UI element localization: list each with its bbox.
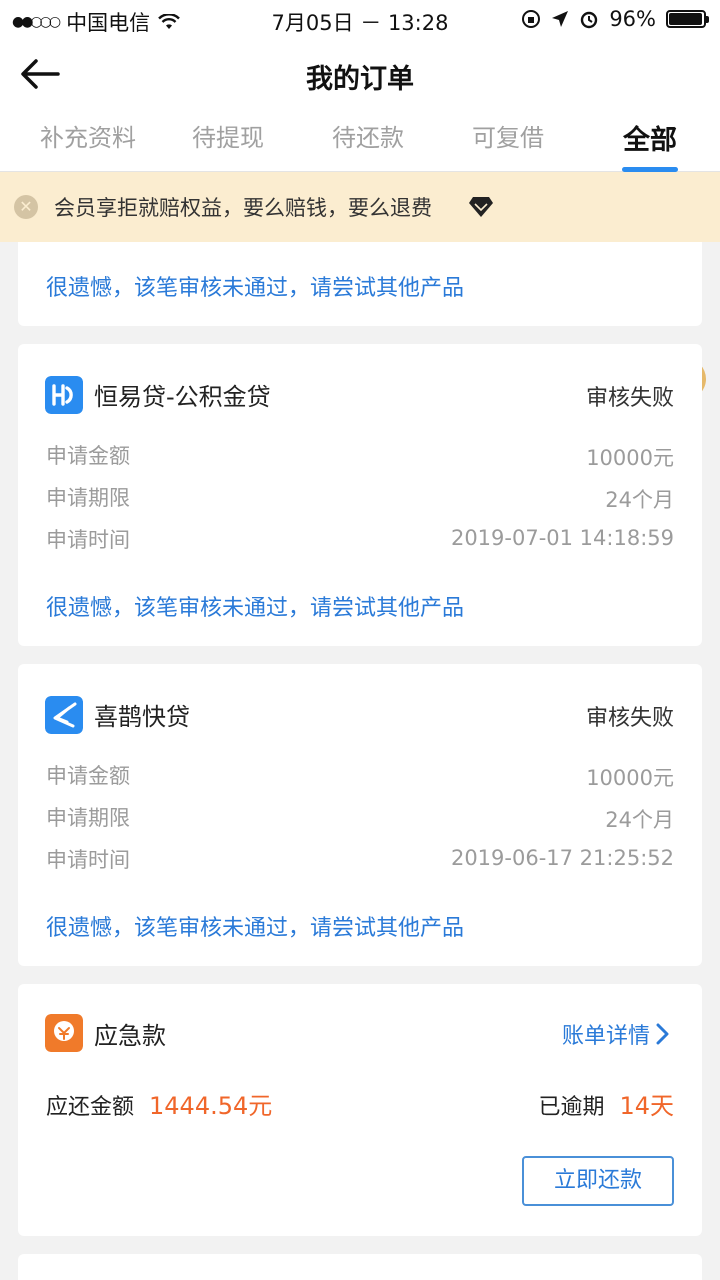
bill-detail-link[interactable]: 账单详情 (562, 1018, 670, 1050)
row-label: 申请金额 (46, 764, 130, 788)
status-badge: 审核失败 (585, 706, 674, 731)
location-icon (552, 11, 569, 27)
row-value: 10000元 (586, 766, 674, 790)
rejection-message[interactable]: 很遗憾，该笔审核未通过，请尝试其他产品 (46, 910, 464, 942)
tab-label: 补充资料 (40, 124, 136, 152)
row-value: 10000元 (586, 446, 674, 470)
product-name: 应急款 (94, 1022, 166, 1050)
due-label: 应还金额 (46, 1095, 135, 1120)
repay-now-button[interactable]: 立即还款 (522, 1156, 674, 1206)
tab-pending-withdraw[interactable]: 待提现 (180, 118, 276, 172)
page-title: 我的订单 (306, 64, 414, 95)
order-card-partial: 很遗憾，该笔审核未通过，请尝试其他产品 (18, 242, 702, 326)
diamond-icon (469, 197, 493, 217)
overdue-days: 14天 (619, 1092, 674, 1120)
rotation-lock-icon (522, 10, 541, 28)
tab-pending-repay[interactable]: 待还款 (320, 118, 416, 172)
row-label: 申请期限 (46, 806, 130, 830)
row-label: 申请期限 (46, 486, 130, 510)
row-label: 申请时间 (46, 848, 130, 872)
overdue-row: 已逾期 14天 (538, 1086, 674, 1121)
row-value: 24个月 (605, 488, 674, 512)
battery-icon (666, 10, 709, 28)
order-tabs: 补充资料 待提现 待还款 可复借 全部 (0, 110, 720, 172)
product-name: 恒易贷-公积金贷 (94, 383, 271, 411)
emergency-loan-card: 应急款 账单详情 应还金额 1444.54元 已逾期 14天 立即还款 (18, 984, 702, 1236)
battery-percent: 96% (609, 7, 656, 31)
emergency-loan-logo-icon (45, 1014, 83, 1052)
nav-bar: 我的订单 (0, 40, 720, 110)
tab-supplement[interactable]: 补充资料 (30, 118, 146, 172)
close-icon[interactable]: ✕ (14, 195, 38, 219)
xique-logo-icon (45, 696, 83, 734)
order-card[interactable]: 喜鹊快贷 审核失败 申请金额 10000元 申请期限 24个月 申请时间 201… (18, 664, 702, 966)
due-row: 应还金额 1444.54元 (46, 1086, 272, 1121)
bill-detail-label: 账单详情 (561, 1024, 650, 1049)
row-label: 申请时间 (46, 528, 130, 552)
tab-label: 可复借 (472, 124, 544, 152)
tab-label: 待还款 (332, 124, 404, 152)
overdue-label: 已逾期 (538, 1095, 605, 1120)
rejection-message[interactable]: 很遗憾，该笔审核未通过，请尝试其他产品 (46, 590, 464, 622)
status-badge: 审核失败 (585, 386, 674, 411)
row-value: 2019-07-01 14:18:59 (450, 526, 674, 550)
tab-all[interactable]: 全部 (610, 118, 690, 172)
row-label: 申请金额 (46, 444, 130, 468)
due-amount: 1444.54元 (149, 1092, 273, 1120)
membership-banner: ✕ 会员享拒就赔权益，要么赔钱，要么退费 开通 (0, 172, 720, 400)
order-card[interactable]: 恒易贷-公积金贷 审核失败 申请金额 10000元 申请期限 24个月 申请时间… (18, 344, 702, 646)
row-value: 2019-06-17 21:25:52 (450, 846, 674, 870)
tab-label: 待提现 (192, 124, 264, 152)
alarm-icon (581, 11, 598, 29)
row-value: 24个月 (605, 808, 674, 832)
banner-text: 会员享拒就赔权益，要么赔钱，要么退费 (54, 196, 432, 220)
product-name: 喜鹊快贷 (94, 703, 190, 731)
tab-label: 全部 (623, 125, 677, 156)
order-card-partial-bottom (18, 1254, 702, 1280)
hengyidai-logo-icon (45, 376, 83, 414)
tab-reborrow[interactable]: 可复借 (460, 118, 556, 172)
chevron-right-icon (656, 1023, 669, 1045)
rejection-message[interactable]: 很遗憾，该笔审核未通过，请尝试其他产品 (46, 270, 464, 302)
status-bar: ●●○○○ 中国电信 7月05日 － 13:28 96% (0, 0, 720, 40)
